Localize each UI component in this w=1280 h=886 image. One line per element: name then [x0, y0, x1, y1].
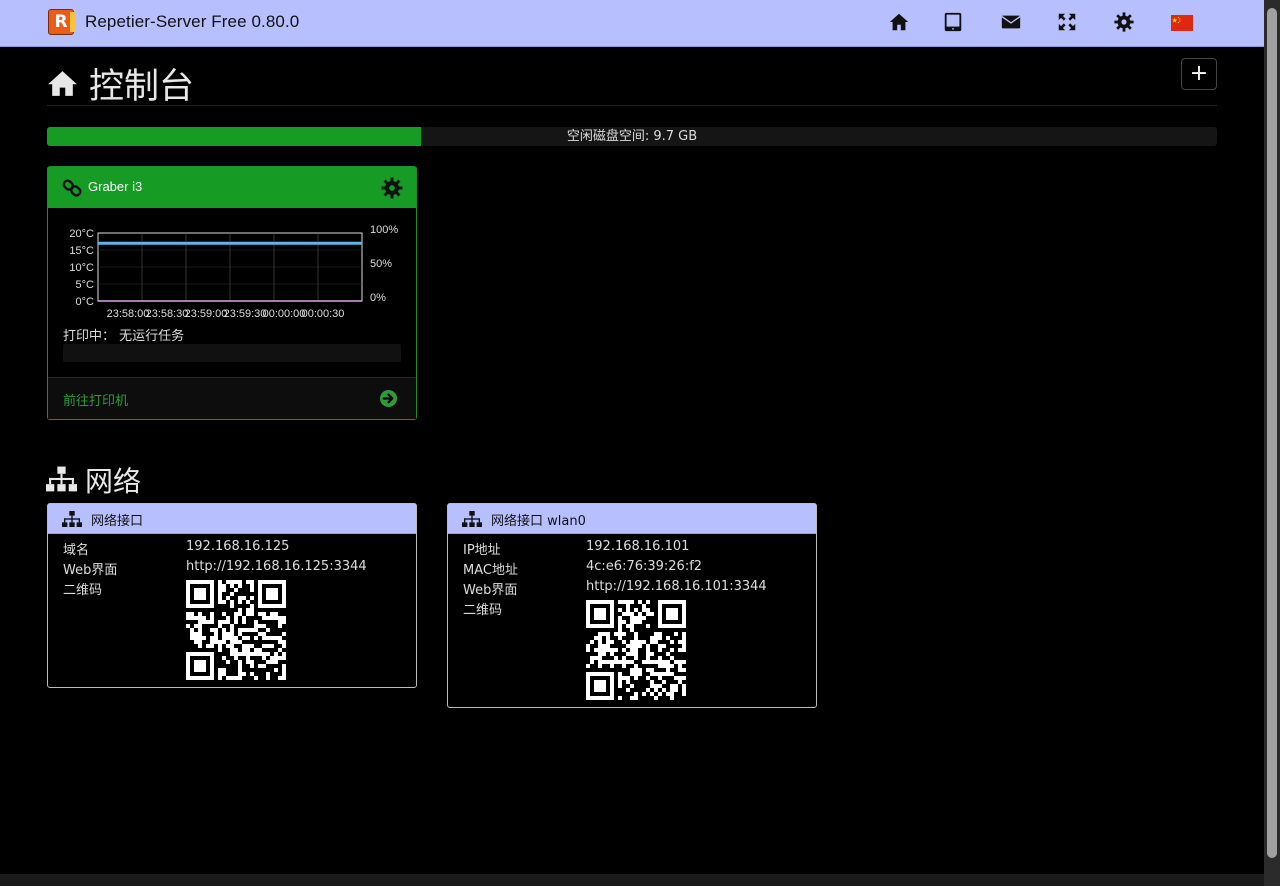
vertical-scrollbar[interactable] [1264, 0, 1280, 886]
printer-card-footer[interactable]: 前往打印机 [48, 377, 416, 419]
chart-y-tick-label: 10°C [69, 262, 94, 274]
sitemap-icon [62, 511, 82, 527]
print-progress-bar [63, 344, 401, 362]
web-ui-label: Web界面 [63, 563, 118, 578]
page-title: 控制台 [46, 58, 194, 107]
chart-x-tick-label: 23:59:00 [185, 308, 228, 320]
printer-card: Graber i3 20°C 15°C 10°C 5°C 0°C 100% 50% 0% 23:… [47, 166, 417, 420]
chart-y-tick-label: 15°C [69, 245, 94, 257]
title-divider [47, 105, 1217, 106]
top-navbar: R Repetier-Server Free 0.80.0 [0, 0, 1264, 47]
scrollbar-thumb[interactable] [1267, 8, 1277, 858]
network-interface-title: 网络接口 wlan0 [491, 514, 586, 529]
sitemap-icon [462, 511, 482, 527]
home-icon[interactable] [888, 11, 910, 33]
disk-space-label: 空闲磁盘空间: 9.7 GB [566, 129, 698, 144]
qr-code [186, 580, 286, 680]
printer-name[interactable]: Graber i3 [88, 179, 142, 194]
temperature-chart: 20°C 15°C 10°C 5°C 0°C 100% 50% 0% 23:58:00 23:58… [60, 221, 406, 321]
network-title-text: 网络 [85, 465, 142, 498]
chart-y-tick-label: 5°C [76, 279, 95, 291]
goto-printer-link[interactable]: 前往打印机 [63, 390, 128, 409]
chart-x-tick-label: 23:58:30 [146, 308, 189, 320]
page-title-text: 控制台 [89, 67, 195, 107]
fullscreen-icon[interactable] [1056, 11, 1078, 33]
domain-value: 192.168.16.125 [186, 539, 290, 554]
print-status-value: 无运行任务 [119, 329, 185, 344]
mac-address-value: 4c:e6:76:39:26:f2 [586, 559, 703, 574]
web-ui-link[interactable]: http://192.168.16.101:3344 [586, 579, 767, 594]
chart-y2-tick-label: 50% [370, 258, 392, 270]
gear-icon[interactable] [1113, 11, 1135, 33]
network-interface-title: 网络接口 [91, 514, 144, 529]
web-ui-link[interactable]: http://192.168.16.125:3344 [186, 559, 367, 574]
add-button[interactable]: + [1181, 58, 1217, 90]
qr-code-label: 二维码 [63, 583, 103, 598]
chart-x-tick-label: 23:58:00 [107, 308, 150, 320]
chart-y-tick-label: 20°C [69, 228, 94, 240]
envelope-icon[interactable] [1000, 11, 1022, 33]
tablet-icon[interactable] [942, 11, 964, 33]
repetier-logo[interactable]: R [48, 9, 76, 35]
chart-x-tick-label: 23:59:30 [224, 308, 267, 320]
qr-code-label: 二维码 [463, 603, 503, 618]
arrow-right-circle-icon[interactable] [379, 389, 398, 408]
ip-address-value: 192.168.16.101 [586, 539, 690, 554]
home-icon [46, 67, 79, 100]
printer-settings-gear-icon[interactable] [380, 176, 404, 200]
print-status: 打印中： 无运行任务 [63, 325, 184, 344]
chart-y2-tick-label: 100% [370, 224, 398, 236]
network-interface-header: 网络接口 wlan0 [448, 504, 816, 534]
disk-space-bar: 空闲磁盘空间: 9.7 GB [47, 127, 1217, 146]
chart-x-tick-label: 00:00:30 [302, 308, 345, 320]
horizontal-scrollbar[interactable] [0, 874, 1264, 886]
mac-address-label: MAC地址 [463, 563, 518, 578]
network-interface-card-wlan0: 网络接口 wlan0 IP地址 192.168.16.101 MAC地址 4c:… [447, 503, 817, 708]
chart-y-tick-label: 0°C [76, 296, 95, 308]
ip-address-label: IP地址 [463, 543, 501, 558]
web-ui-label: Web界面 [463, 583, 518, 598]
network-section-title: 网络 [46, 460, 141, 500]
chart-y2-tick-label: 0% [370, 292, 386, 304]
domain-label: 域名 [63, 543, 90, 558]
app-title[interactable]: Repetier-Server Free 0.80.0 [85, 12, 299, 32]
qr-code [586, 600, 686, 700]
chart-x-tick-label: 00:00:00 [263, 308, 306, 320]
sitemap-icon [46, 466, 77, 494]
printer-card-header[interactable]: Graber i3 [48, 167, 416, 208]
link-icon [62, 178, 82, 198]
network-interface-card: 网络接口 域名 192.168.16.125 Web界面 http://192.… [47, 503, 417, 688]
print-status-label: 打印中： [63, 329, 116, 344]
network-interface-header: 网络接口 [48, 504, 416, 534]
flag-china-icon[interactable] [1171, 15, 1193, 31]
